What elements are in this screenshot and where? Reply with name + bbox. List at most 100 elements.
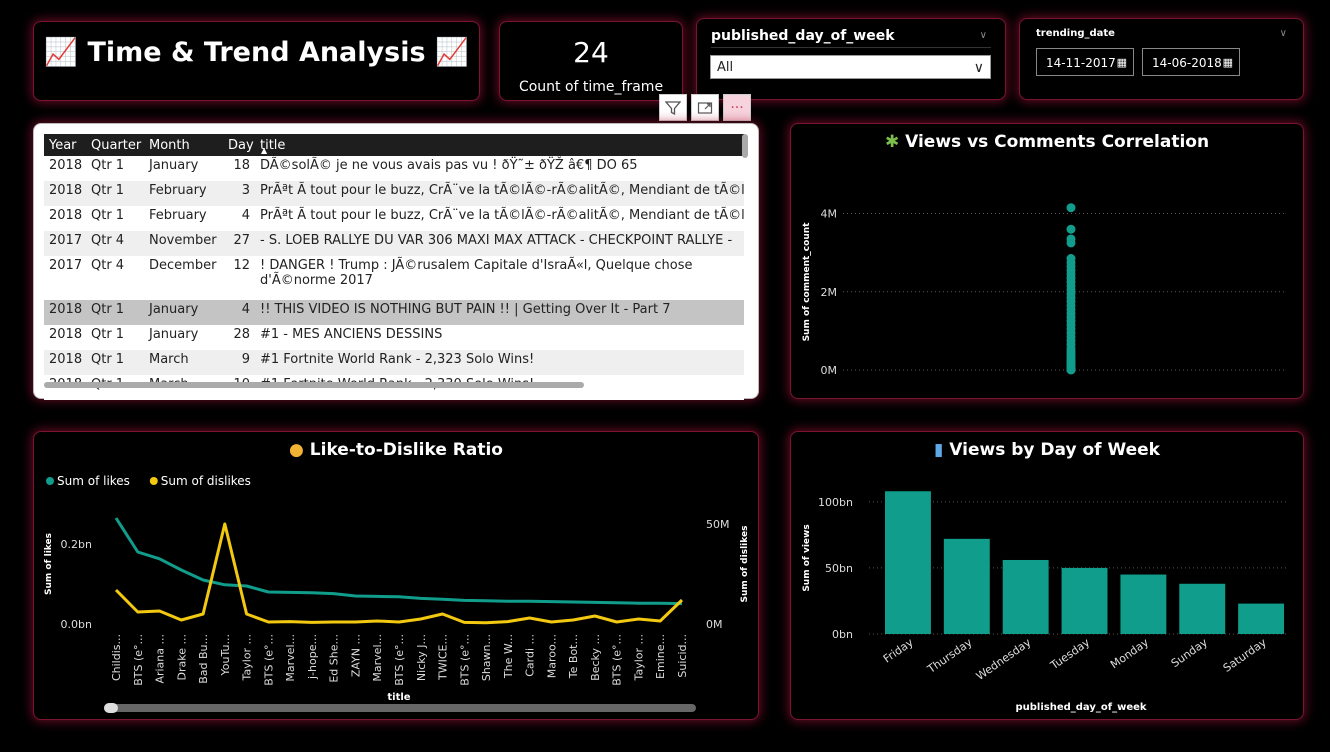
y-tick-label: 50bn	[825, 562, 853, 575]
x-tick-label: Marvel...	[284, 634, 297, 682]
day-of-week-slicer: published_day_of_week ∨ All ∨	[696, 18, 1006, 100]
column-header-day[interactable]: Day	[223, 134, 255, 156]
column-header-year[interactable]: Year	[44, 134, 86, 156]
slicer-title: published_day_of_week	[711, 28, 895, 44]
scatter-point[interactable]	[1066, 238, 1076, 248]
y-tick-label: 100bn	[818, 496, 853, 509]
y-tick-label: 0bn	[832, 628, 853, 641]
bar-plot: 0bn 50bn 100bn Sum of views Friday Thursday We…	[802, 491, 1287, 713]
x-tick-label: BTS (e°...	[132, 634, 145, 686]
x-axis-label: published_day_of_week	[1015, 702, 1146, 713]
y2-tick-label: 0M	[706, 618, 723, 631]
page-title: 📈 Time & Trend Analysis 📈	[44, 37, 469, 68]
x-tick-label: Becky ...	[589, 634, 602, 681]
start-date-input[interactable]: 14-11-2017 ▦	[1036, 48, 1134, 76]
x-tick-label: Sunday	[1169, 636, 1211, 671]
table-row[interactable]: 2017 Qtr 4 November 27- S. LOEB RALLYE DU V…	[44, 231, 744, 256]
x-tick-label: Wednesday	[974, 636, 1034, 683]
bar[interactable]	[1238, 603, 1285, 634]
x-tick-label: Childis...	[110, 634, 123, 681]
sort-ascending-icon: ▲	[261, 146, 268, 155]
scatter-point[interactable]	[1066, 365, 1076, 375]
horizontal-scrollbar[interactable]	[44, 382, 584, 388]
visual-toolbar: ···	[659, 94, 751, 121]
x-tick-label: Tuesday	[1047, 636, 1092, 673]
table-row[interactable]: 2018 Qtr 1 February 4 PrÃªt Ã tout pour le b…	[44, 206, 744, 231]
x-tick-label: BTS (e°...	[611, 634, 624, 686]
filter-icon[interactable]	[659, 94, 687, 121]
x-tick-label: Nicky J...	[415, 634, 428, 681]
chart-horizontal-scrollbar[interactable]	[104, 703, 696, 713]
chevron-down-icon[interactable]: ∨	[1280, 28, 1287, 39]
x-tick-label: Monday	[1108, 636, 1151, 672]
bar[interactable]	[943, 538, 990, 634]
bar[interactable]	[1179, 583, 1226, 634]
x-tick-label: BTS (e°...	[262, 634, 275, 686]
more-options-icon[interactable]: ···	[723, 94, 751, 121]
scatter-plot: 0M 2M 4M Sum of comment_count	[802, 203, 1287, 377]
x-tick-label: Friday	[881, 636, 916, 666]
legend-marker	[46, 477, 54, 485]
calendar-icon[interactable]: ▦	[1117, 49, 1127, 77]
x-tick-label: Taylor ...	[632, 634, 645, 681]
x-tick-label: Thursday	[924, 636, 975, 677]
column-header-quarter[interactable]: Quarter	[86, 134, 144, 156]
chevron-down-icon[interactable]: ∨	[980, 30, 987, 41]
x-tick-label: YouTu...	[219, 634, 232, 676]
legend-label[interactable]: Sum of dislikes	[161, 474, 251, 488]
focus-mode-icon[interactable]	[691, 94, 719, 121]
y-axis-label: Sum of likes	[44, 533, 54, 595]
y2-tick-label: 50M	[706, 518, 730, 531]
data-table: Year Quarter Month Day title ▲ 2018 Qtr 1J…	[44, 134, 744, 400]
x-tick-label: Cardi ...	[524, 634, 537, 677]
x-tick-label: Emine...	[654, 634, 667, 679]
bar[interactable]	[885, 491, 931, 634]
line-plot: Sum of likes Sum of dislikes 0.0bn 0.2bn 0M 5…	[44, 474, 750, 703]
bar[interactable]	[1002, 559, 1049, 634]
x-tick-label: Suicid...	[676, 634, 689, 678]
bar[interactable]	[1061, 567, 1108, 634]
table-row[interactable]: 2018 Qtr 1 January 28 #1 - MES ANCIENS DESSI…	[44, 325, 744, 350]
kpi-card: 24 Count of time_frame	[499, 21, 683, 101]
y-tick-label: 2M	[821, 286, 838, 299]
y-tick-label: 0M	[821, 364, 838, 377]
y-tick-label: 0.2bn	[61, 538, 92, 551]
series-line[interactable]	[114, 522, 684, 625]
table-row[interactable]: 2018 Qtr 1 March 9 #1 Fortnite World Rank - …	[44, 350, 744, 375]
chart-increasing-icon: 📈	[44, 37, 79, 68]
scatter-chart-card: ✱ Views vs Comments Correlation 0M 2M 4M Su…	[790, 123, 1304, 399]
column-header-month[interactable]: Month	[144, 134, 223, 156]
x-tick-label: BTS (e°...	[393, 634, 406, 686]
chevron-down-icon: ∨	[973, 60, 984, 76]
day-of-week-dropdown[interactable]: All ∨	[710, 55, 991, 79]
footer-strip	[0, 742, 1330, 752]
title-card: 📈 Time & Trend Analysis 📈	[33, 21, 480, 101]
kpi-label: Count of time_frame	[518, 79, 664, 95]
table-row[interactable]: 2018 Qtr 1 January 18 DÃ©solÃ© je ne vous av…	[44, 156, 744, 181]
table-row[interactable]: 2018 Qtr 1 February 3 PrÃªt Ã tout pour le b…	[44, 181, 744, 206]
scatter-point[interactable]	[1066, 224, 1076, 234]
series-line[interactable]	[114, 517, 683, 606]
x-tick-label: BTS (e°...	[458, 634, 471, 686]
table-row[interactable]: 2017 Qtr 4 December 12! DANGER ! Trump : JÃ…	[44, 256, 744, 300]
x-tick-label: j-hope...	[306, 634, 319, 680]
y-tick-label: 0.0bn	[61, 618, 92, 631]
legend-marker	[149, 477, 158, 485]
calendar-icon[interactable]: ▦	[1223, 49, 1233, 77]
legend-label[interactable]: Sum of likes	[57, 474, 130, 488]
vertical-scrollbar[interactable]	[742, 134, 748, 158]
x-tick-label: Bad Bu...	[197, 634, 210, 684]
scatter-point[interactable]	[1066, 203, 1076, 213]
line-chart-card: ● Like-to-Dislike Ratio Sum of likes Sum …	[33, 431, 759, 720]
title-table-visual: Year Quarter Month Day title ▲ 2018 Qtr 1J…	[33, 123, 759, 400]
x-tick-label: Saturday	[1221, 636, 1269, 675]
table-row[interactable]: 2018 Qtr 1 January 4!! THIS VIDEO IS NOTHIN…	[44, 300, 744, 325]
bar[interactable]	[1120, 574, 1167, 634]
slicer-divider	[711, 47, 991, 48]
kpi-value: 24	[573, 36, 609, 69]
table-header-row: Year Quarter Month Day title ▲	[44, 134, 744, 156]
scrollbar-handle[interactable]	[104, 703, 118, 713]
column-header-title[interactable]: title ▲	[255, 134, 744, 156]
x-tick-label: Taylor ...	[241, 634, 254, 681]
end-date-input[interactable]: 14-06-2018 ▦	[1142, 48, 1240, 76]
